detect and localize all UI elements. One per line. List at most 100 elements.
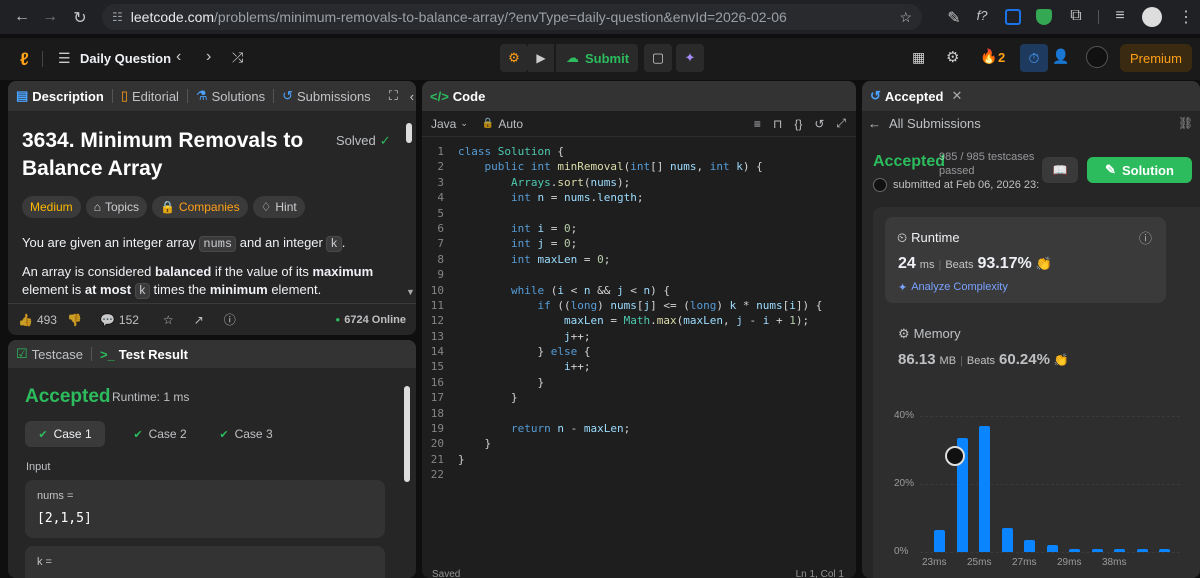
back-icon[interactable]: ← bbox=[8, 8, 36, 26]
thumb-up-icon[interactable]: 👍 bbox=[18, 313, 33, 327]
bookmark-star-icon[interactable]: ☆ bbox=[899, 9, 912, 26]
settings-gear-icon[interactable]: ⚙ bbox=[946, 48, 959, 66]
collapse-icon[interactable]: ‹ bbox=[410, 89, 414, 104]
chevron-down-icon[interactable]: ⌄ bbox=[460, 118, 468, 129]
chart-bar[interactable] bbox=[1159, 548, 1170, 552]
memory-header[interactable]: ⚙ Memory bbox=[898, 326, 961, 342]
maximize-icon[interactable]: ⛶ bbox=[389, 88, 398, 104]
add-collaborator-icon[interactable]: 👤 bbox=[1052, 48, 1069, 65]
favorite-star-icon[interactable]: ☆ bbox=[163, 313, 174, 327]
testcase-scrollbar[interactable] bbox=[404, 386, 410, 482]
tab-accepted[interactable]: ↺ Accepted ✕ bbox=[862, 88, 970, 104]
code-line[interactable]: 7 int j = 0; bbox=[422, 236, 856, 251]
tab-solutions[interactable]: ⚗ Solutions bbox=[188, 88, 273, 104]
solution-button[interactable]: ✎ Solution bbox=[1087, 157, 1192, 183]
k-input-box[interactable]: k = bbox=[25, 546, 385, 578]
link-icon[interactable]: ⛓ bbox=[1178, 116, 1193, 130]
code-line[interactable]: 17 } bbox=[422, 390, 856, 405]
code-line[interactable]: 21} bbox=[422, 452, 856, 467]
extensions-puzzle-icon[interactable]: ⧉ bbox=[1062, 7, 1090, 25]
code-line[interactable]: 3 Arrays.sort(nums); bbox=[422, 175, 856, 190]
next-problem-icon[interactable]: › bbox=[206, 48, 211, 66]
chart-bar[interactable] bbox=[1046, 545, 1058, 552]
debug-icon[interactable]: ⚙ bbox=[500, 44, 528, 72]
prev-problem-icon[interactable]: ‹ bbox=[176, 48, 181, 66]
site-settings-icon[interactable]: ☷ bbox=[112, 10, 123, 24]
streak-fire-icon[interactable]: 🔥 bbox=[980, 48, 997, 65]
format-icon[interactable]: ≡ bbox=[754, 117, 761, 131]
companies-pill[interactable]: 🔒 Companies bbox=[151, 196, 248, 218]
forward-icon[interactable]: → bbox=[36, 8, 64, 26]
ai-assistant-icon[interactable]: ✦ bbox=[676, 44, 704, 72]
code-line[interactable]: 12 maxLen = Math.max(maxLen, j - i + 1); bbox=[422, 313, 856, 328]
thumb-down-icon[interactable]: 👎 bbox=[67, 313, 82, 327]
code-line[interactable]: 1 class Solution { bbox=[422, 144, 856, 159]
extension-fx-icon[interactable]: f? bbox=[968, 8, 996, 23]
editorial-book-icon[interactable]: 📖 bbox=[1042, 157, 1078, 183]
comment-icon[interactable]: 💬 bbox=[100, 313, 115, 327]
extension-pen-icon[interactable]: ✎ bbox=[940, 8, 968, 28]
layout-grid-icon[interactable]: ▦ bbox=[912, 49, 925, 66]
code-line[interactable]: 19 return n - maxLen; bbox=[422, 421, 856, 436]
help-icon[interactable]: ⓘ bbox=[224, 311, 236, 328]
code-line[interactable]: 4 int n = nums.length; bbox=[422, 190, 856, 205]
daily-question-link[interactable]: Daily Question bbox=[80, 51, 171, 66]
reset-icon[interactable]: ↺ bbox=[814, 117, 824, 131]
tab-testcase[interactable]: ☑ Testcase bbox=[8, 346, 91, 362]
braces-icon[interactable]: {} bbox=[794, 117, 802, 131]
case-3-tab[interactable]: ✔ Case 3 bbox=[206, 421, 286, 447]
close-tab-icon[interactable]: ✕ bbox=[951, 88, 962, 104]
media-control-icon[interactable]: ≡ bbox=[1106, 7, 1134, 25]
code-editor[interactable]: 1 class Solution {2 public int minRemoval… bbox=[422, 144, 856, 483]
extension-square-icon[interactable] bbox=[1005, 9, 1021, 25]
leetcode-logo-icon[interactable]: ℓ bbox=[20, 49, 29, 70]
chart-bar[interactable] bbox=[1091, 548, 1103, 552]
chart-bar[interactable] bbox=[1069, 548, 1080, 552]
mode-label[interactable]: Auto bbox=[498, 117, 523, 131]
tab-editorial[interactable]: ▯ Editorial bbox=[113, 88, 187, 104]
submit-button[interactable]: ☁ Submit bbox=[556, 44, 638, 72]
nums-input-box[interactable]: nums = [2,1,5] bbox=[25, 480, 385, 538]
address-bar[interactable]: ☷ leetcode.com/problems/minimum-removals… bbox=[102, 4, 922, 30]
tab-submissions[interactable]: ↺ Submissions bbox=[274, 88, 379, 104]
shield-extension-icon[interactable] bbox=[1036, 9, 1052, 25]
case-1-tab[interactable]: ✔ Case 1 bbox=[25, 421, 105, 447]
code-line[interactable]: 18 bbox=[422, 406, 856, 421]
notes-icon[interactable]: ▢ bbox=[644, 44, 672, 72]
user-avatar[interactable] bbox=[1086, 46, 1108, 68]
info-icon[interactable]: ⓘ bbox=[1139, 228, 1152, 247]
code-line[interactable]: 2 public int minRemoval(int[] nums, int … bbox=[422, 159, 856, 174]
timer-icon[interactable]: ⏱ bbox=[1020, 44, 1048, 72]
code-line[interactable]: 15 i++; bbox=[422, 359, 856, 374]
browser-menu-icon[interactable]: ⋮ bbox=[1172, 7, 1200, 27]
code-line[interactable]: 13 j++; bbox=[422, 329, 856, 344]
language-select[interactable]: Java bbox=[431, 117, 456, 131]
reload-icon[interactable]: ↻ bbox=[66, 8, 94, 28]
description-scrollbar[interactable] bbox=[406, 123, 412, 143]
code-line[interactable]: 11 if ((long) nums[j] <= (long) k * nums… bbox=[422, 298, 856, 313]
code-line[interactable]: 5 bbox=[422, 206, 856, 221]
topics-pill[interactable]: ⌂ Topics bbox=[85, 196, 147, 218]
code-line[interactable]: 10 while (i < n && j < n) { bbox=[422, 283, 856, 298]
chart-bar[interactable] bbox=[1024, 540, 1035, 552]
analyze-complexity-link[interactable]: ✦ Analyze Complexity bbox=[898, 281, 1008, 294]
your-submission-marker[interactable] bbox=[944, 446, 965, 467]
runtime-card[interactable]: ⏲ Runtime ⓘ 24 ms | Beats 93.17% 👏 ✦ Analy… bbox=[885, 217, 1166, 303]
run-icon[interactable]: ▶ bbox=[528, 44, 554, 72]
tab-description[interactable]: ▤ Description bbox=[8, 88, 112, 104]
chart-bar[interactable] bbox=[934, 529, 945, 552]
share-icon[interactable]: ↗ bbox=[194, 313, 204, 327]
bookmark-icon[interactable]: ⊓ bbox=[773, 117, 782, 131]
case-2-tab[interactable]: ✔ Case 2 bbox=[120, 421, 200, 447]
code-line[interactable]: 22 bbox=[422, 467, 856, 482]
code-line[interactable]: 20 } bbox=[422, 436, 856, 451]
code-line[interactable]: 16 } bbox=[422, 375, 856, 390]
chart-bar[interactable] bbox=[1114, 548, 1125, 552]
premium-button[interactable]: Premium bbox=[1120, 44, 1192, 72]
fullscreen-icon[interactable]: ⤢ bbox=[836, 116, 846, 131]
code-line[interactable]: 8 int maxLen = 0; bbox=[422, 252, 856, 267]
chart-bar[interactable] bbox=[1001, 528, 1013, 552]
tab-test-result[interactable]: >_ Test Result bbox=[92, 347, 196, 362]
code-line[interactable]: 9 bbox=[422, 267, 856, 282]
problem-list-icon[interactable]: ☰ bbox=[58, 50, 71, 67]
